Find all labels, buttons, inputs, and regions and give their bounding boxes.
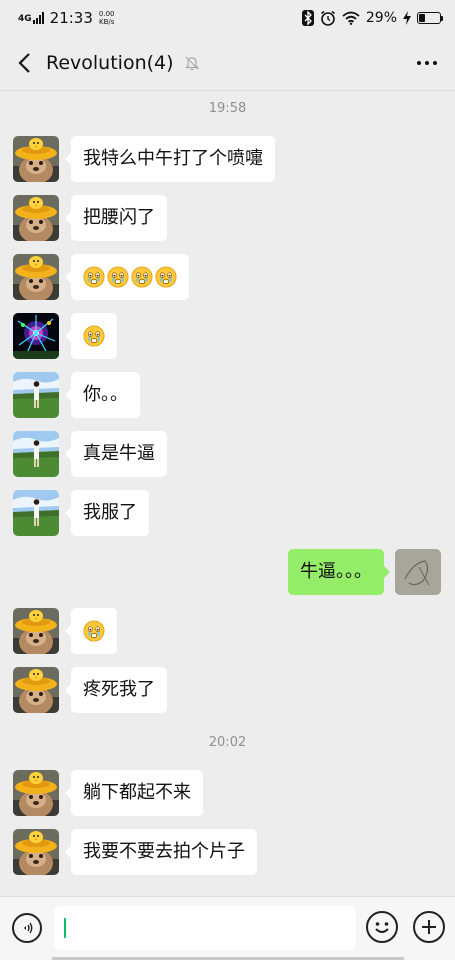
emoji-row <box>83 313 105 359</box>
crying-face-icon <box>131 266 153 288</box>
message-bubble[interactable]: 我要不要去拍个片子 <box>65 829 257 875</box>
message-row <box>0 608 455 656</box>
message-bubble[interactable]: 你。。 <box>65 372 140 418</box>
message-row: 疼死我了 <box>0 667 455 715</box>
more-button[interactable] <box>417 49 437 77</box>
chevron-left-icon <box>18 53 30 73</box>
bell-off-icon <box>184 55 200 71</box>
timestamp: 20:02 <box>208 735 247 750</box>
network-speed: 0.00 KB/s <box>99 10 115 26</box>
more-dot <box>433 61 437 65</box>
status-right: 29% <box>301 10 443 26</box>
emoji-row <box>83 608 105 654</box>
voice-button[interactable] <box>12 913 42 943</box>
crying-face-icon <box>83 325 105 347</box>
teddy-bear-avatar[interactable] <box>13 608 59 654</box>
network-type: 4G <box>18 14 32 24</box>
battery-percent: 29% <box>365 10 397 26</box>
message-row: 我要不要去拍个片子 <box>0 829 455 877</box>
emoji-row <box>83 254 177 300</box>
message-bubble[interactable]: 我特么中午打了个喷嚏 <box>65 136 275 182</box>
field-photo-avatar[interactable] <box>13 372 59 418</box>
teddy-bear-avatar[interactable] <box>13 770 59 816</box>
status-left: 4G 21:33 0.00 KB/s <box>18 9 114 27</box>
message-row: 我服了 <box>0 490 455 538</box>
chat-header: Revolution(4) <box>0 36 455 91</box>
status-time: 21:33 <box>49 9 93 27</box>
smiley-icon <box>375 922 389 933</box>
signal-icon <box>32 12 44 24</box>
message-row: 你。。 <box>0 372 455 420</box>
message-row: 躺下都起不来 <box>0 770 455 818</box>
message-row <box>0 254 455 302</box>
network-indicator: 4G <box>18 12 44 24</box>
charging-icon <box>403 11 411 25</box>
emoji-button[interactable] <box>366 911 398 943</box>
teddy-bear-avatar[interactable] <box>13 667 59 713</box>
message-row <box>0 313 455 361</box>
message-bubble[interactable]: 真是牛逼 <box>65 431 167 477</box>
voice-icon <box>24 922 33 934</box>
crying-face-icon <box>107 266 129 288</box>
message-bubble-emoji[interactable] <box>65 254 189 300</box>
battery-tip <box>441 15 443 21</box>
crying-face-icon <box>83 620 105 642</box>
message-row: 真是牛逼 <box>0 431 455 479</box>
speed-value: 0.00 <box>98 10 115 18</box>
message-bubble[interactable]: 躺下都起不来 <box>65 770 203 816</box>
message-bubble-emoji[interactable] <box>65 313 117 359</box>
message-bubble[interactable]: 疼死我了 <box>65 667 167 713</box>
more-dot <box>417 61 421 65</box>
message-row: 我特么中午打了个喷嚏 <box>0 136 455 184</box>
crying-face-icon <box>155 266 177 288</box>
fireworks-avatar[interactable] <box>13 313 59 359</box>
status-bar: 4G 21:33 0.00 KB/s 29% <box>0 0 455 36</box>
battery-fill <box>419 14 425 22</box>
alarm-icon <box>320 10 335 26</box>
message-row: 把腰闪了 <box>0 195 455 243</box>
message-input[interactable] <box>54 906 356 950</box>
teddy-bear-avatar[interactable] <box>13 829 59 875</box>
teddy-bear-avatar[interactable] <box>13 136 59 182</box>
field-photo-avatar[interactable] <box>13 490 59 536</box>
message-bubble[interactable]: 我服了 <box>65 490 149 536</box>
message-row-outgoing: 牛逼。。。 <box>0 549 455 597</box>
wifi-icon <box>342 11 360 25</box>
sketch-avatar[interactable] <box>395 549 441 595</box>
message-bubble[interactable]: 把腰闪了 <box>65 195 167 241</box>
input-bar <box>0 896 455 960</box>
bluetooth-icon <box>301 10 314 26</box>
crying-face-icon <box>83 266 105 288</box>
message-bubble-emoji[interactable] <box>65 608 117 654</box>
battery-icon <box>417 12 443 24</box>
teddy-bear-avatar[interactable] <box>13 195 59 241</box>
field-photo-avatar[interactable] <box>13 431 59 477</box>
message-bubble-outgoing[interactable]: 牛逼。。。 <box>288 549 390 595</box>
battery-body <box>417 12 441 24</box>
text-cursor <box>64 918 66 938</box>
chat-title: Revolution(4) <box>46 52 174 74</box>
back-button[interactable] <box>12 49 36 77</box>
teddy-bear-avatar[interactable] <box>13 254 59 300</box>
timestamp: 19:58 <box>208 101 247 116</box>
speed-unit: KB/s <box>98 18 115 26</box>
plus-button[interactable] <box>413 911 445 943</box>
more-dot <box>425 61 429 65</box>
plus-icon <box>422 920 436 934</box>
